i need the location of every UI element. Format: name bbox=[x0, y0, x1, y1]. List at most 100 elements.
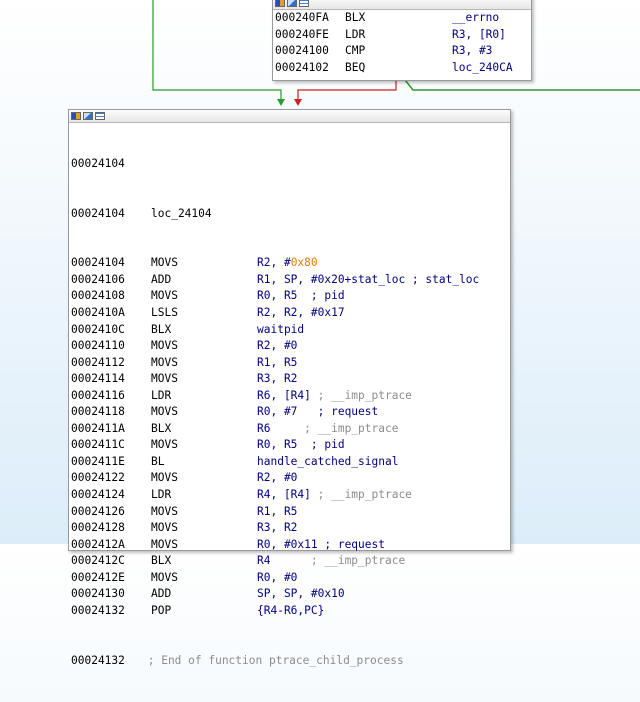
mnemonic: MOVS bbox=[151, 438, 178, 452]
asm-line[interactable]: 00024122 MOVS R2, #0 bbox=[71, 470, 510, 487]
asm-line[interactable]: 0002410C BLX waitpid bbox=[71, 322, 510, 339]
comment: ; request bbox=[317, 537, 385, 551]
graph-icon[interactable] bbox=[83, 112, 93, 120]
asm-line[interactable]: 00024132 POP {R4-R6,PC} bbox=[71, 603, 510, 620]
asm-line[interactable]: 00024100 CMP R3, #3 bbox=[275, 43, 531, 60]
graph-icon[interactable] bbox=[287, 0, 297, 7]
asm-line[interactable]: 0002412E MOVS R0, #0 bbox=[71, 570, 510, 587]
asm-line[interactable]: 00024114 MOVS R3, R2 bbox=[71, 371, 510, 388]
asm-line[interactable]: 0002411E BL handle_catched_signal bbox=[71, 454, 510, 471]
operands: R1, R5 bbox=[257, 355, 298, 369]
loc-label-line[interactable]: 00024104 loc_24104 bbox=[71, 206, 510, 223]
address: 00024124 bbox=[71, 488, 125, 502]
operands: R2, #0 bbox=[257, 339, 298, 353]
code-block-main[interactable]: 00024104 00024104 loc_24104 00024104 MOVS R… bbox=[68, 109, 511, 667]
mnemonic: BLX bbox=[151, 322, 172, 336]
asm-line[interactable]: 0002412C BLX R4 ; __imp_ptrace bbox=[71, 553, 510, 570]
address: 00024116 bbox=[71, 388, 125, 402]
asm-line[interactable]: 0002411C MOVS R0, R5 ; pid bbox=[71, 437, 510, 454]
mnemonic: ADD bbox=[151, 272, 172, 286]
operand-group: R0, R5 ; pid bbox=[257, 437, 510, 454]
list-icon[interactable] bbox=[95, 112, 105, 120]
mnemonic: LDR bbox=[151, 388, 172, 402]
mnemonic: MOVS bbox=[151, 537, 178, 551]
operands: R1, R5 bbox=[257, 504, 298, 518]
address: 00024108 bbox=[71, 289, 125, 303]
address: 00024122 bbox=[71, 471, 125, 485]
mnemonic: LDR bbox=[345, 27, 366, 41]
address: 000240FA bbox=[275, 11, 329, 24]
asm-line[interactable]: 0002412A MOVS R0, #0x11 ; request bbox=[71, 537, 510, 554]
asm-line[interactable]: 00024102 BEQ loc_240CA bbox=[275, 60, 531, 77]
operand-group: R1, R5 bbox=[257, 504, 510, 521]
operand-group: R0, #0 bbox=[257, 570, 510, 587]
asm-line[interactable]: 00024130 ADD SP, SP, #0x10 bbox=[71, 586, 510, 603]
operand-group: R0, #7 ; request bbox=[257, 404, 510, 421]
asm-line[interactable]: 00024110 MOVS R2, #0 bbox=[71, 338, 510, 355]
asm-line[interactable]: 00024128 MOVS R3, R2 bbox=[71, 520, 510, 537]
operands: R1, SP, #0x20+stat_loc bbox=[257, 272, 406, 286]
mnemonic: MOVS bbox=[151, 405, 178, 419]
list-icon[interactable] bbox=[299, 0, 309, 7]
edge-false-red bbox=[297, 80, 397, 101]
asm-line[interactable]: 00024108 MOVS R0, R5 ; pid bbox=[71, 288, 510, 305]
comment: ; __imp_ptrace bbox=[310, 488, 412, 502]
operand-group: R4 ; __imp_ptrace bbox=[257, 553, 510, 570]
asm-line[interactable]: 0002411A BLX R6 ; __imp_ptrace bbox=[71, 421, 510, 438]
code-block-top[interactable]: 000240FA BLX __errno 000240FE LDR R3, [R0] 000… bbox=[272, 0, 532, 81]
asm-line[interactable]: 00024126 MOVS R1, R5 bbox=[71, 504, 510, 521]
operands: R0, #0 bbox=[257, 570, 298, 584]
asm-line[interactable]: 00024124 LDR R4, [R4] ; __imp_ptrace bbox=[71, 487, 510, 504]
asm-line[interactable]: 0002410A LSLS R2, R2, #0x17 bbox=[71, 305, 510, 322]
operand-group: R4, [R4] ; __imp_ptrace bbox=[257, 487, 510, 504]
mnemonic: BL bbox=[151, 454, 165, 468]
operand-group: R2, R2, #0x17 bbox=[257, 305, 510, 322]
operands: __errno bbox=[452, 11, 500, 24]
address: 0002412E bbox=[71, 570, 125, 584]
edge-left-green bbox=[152, 0, 282, 101]
operands: R3, R2 bbox=[257, 521, 298, 535]
operands: R4 bbox=[257, 554, 271, 568]
comment: ; request bbox=[297, 405, 379, 419]
operand-group: R6 ; __imp_ptrace bbox=[257, 421, 510, 438]
operands: handle_catched_signal bbox=[257, 454, 399, 468]
mnemonic: MOVS bbox=[151, 256, 178, 270]
comment: ; __imp_ptrace bbox=[310, 388, 412, 402]
operands: {R4-R6,PC} bbox=[257, 603, 325, 617]
address: 0002411E bbox=[71, 454, 125, 468]
operand-group: R2, #0 bbox=[257, 470, 510, 487]
asm-line[interactable]: 000240FE LDR R3, [R0] bbox=[275, 27, 531, 44]
operands: R0, R5 bbox=[257, 438, 298, 452]
mnemonic: CMP bbox=[345, 44, 366, 58]
operands: R2, R2, #0x17 bbox=[257, 306, 345, 320]
address: 00024112 bbox=[71, 355, 125, 369]
address: 0002412C bbox=[71, 554, 125, 568]
mnemonic: MOVS bbox=[151, 355, 178, 369]
asm-line[interactable]: 00024106 ADD R1, SP, #0x20+stat_loc ; stat… bbox=[71, 272, 510, 289]
edge-false-arrow bbox=[294, 99, 302, 106]
operand-group: R2, #0 bbox=[257, 338, 510, 355]
color-icon[interactable] bbox=[275, 0, 285, 7]
operands: R0, R5 bbox=[257, 289, 298, 303]
asm-line[interactable]: 00024104 MOVS R2, #0x80 bbox=[71, 255, 510, 272]
operand-group: R3, R2 bbox=[257, 520, 510, 537]
asm-line[interactable]: 00024112 MOVS R1, R5 bbox=[71, 355, 510, 372]
operands: loc_240CA bbox=[452, 60, 513, 74]
asm-line[interactable]: 000240FA BLX __errno bbox=[275, 10, 531, 27]
asm-line[interactable]: 00024118 MOVS R0, #7 ; request bbox=[71, 404, 510, 421]
address: 00024100 bbox=[275, 44, 329, 58]
asm-line[interactable]: 00024116 LDR R6, [R4] ; __imp_ptrace bbox=[71, 388, 510, 405]
operands: waitpid bbox=[257, 322, 305, 336]
operand-group: R2, #0x80 bbox=[257, 255, 510, 272]
mnemonic: MOVS bbox=[151, 570, 178, 584]
block-header bbox=[69, 110, 510, 123]
address-line[interactable]: 00024104 bbox=[71, 156, 510, 173]
address: 00024104 bbox=[71, 256, 125, 270]
operands: R6, [R4] bbox=[257, 388, 311, 402]
mnemonic: POP bbox=[151, 603, 172, 617]
color-icon[interactable] bbox=[71, 112, 81, 120]
operands: R2, #0 bbox=[257, 471, 298, 485]
end-of-function-line[interactable]: 00024132 ; End of function ptrace_child_… bbox=[71, 653, 510, 670]
comment: ; stat_loc bbox=[405, 272, 480, 286]
mnemonic: LDR bbox=[151, 488, 172, 502]
